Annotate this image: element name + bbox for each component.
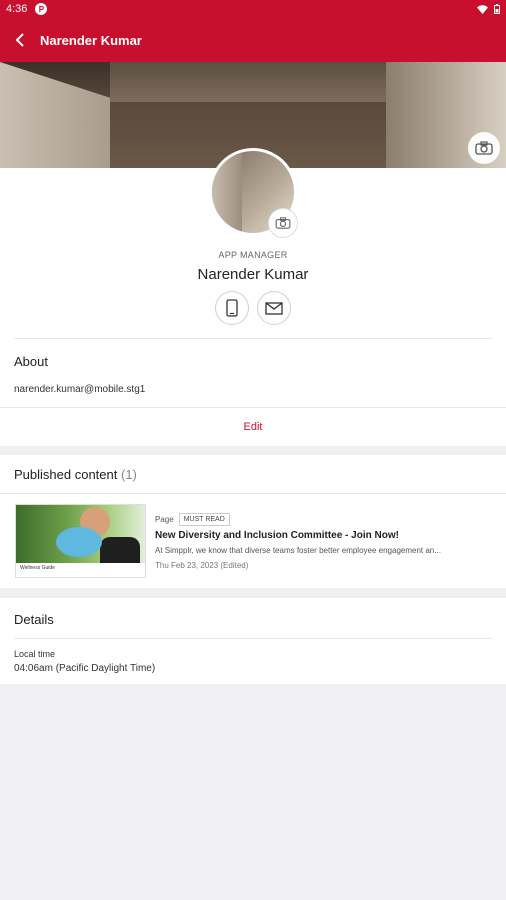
details-title: Details xyxy=(14,612,54,627)
content-excerpt: At Simpplr, we know that diverse teams f… xyxy=(155,546,441,555)
details-section: Details Local time 04:06am (Pacific Dayl… xyxy=(0,598,506,684)
profile-header: APP MANAGER Narender Kumar xyxy=(0,148,506,338)
divider xyxy=(14,638,492,639)
thumbnail-image-shirt xyxy=(100,537,140,563)
about-title: About xyxy=(14,354,48,369)
content-meta: Page MUST READ xyxy=(155,513,230,526)
email-button[interactable] xyxy=(257,291,291,325)
content-thumbnail: Wellness Guide xyxy=(15,504,146,578)
must-read-badge: MUST READ xyxy=(178,513,230,526)
published-count: (1) xyxy=(120,467,137,482)
change-avatar-button[interactable] xyxy=(268,208,298,238)
local-time-value: 04:06am (Pacific Daylight Time) xyxy=(14,663,156,674)
content-headline[interactable]: New Diversity and Inclusion Committee - … xyxy=(155,530,399,541)
profile-email[interactable]: narender.kumar@mobile.stg1 xyxy=(14,384,145,395)
published-title-label: Published content xyxy=(14,467,118,482)
camera-icon xyxy=(275,217,291,229)
profile-role: APP MANAGER xyxy=(218,250,288,260)
thumbnail-caption: Wellness Guide xyxy=(20,565,55,571)
content-card[interactable]: Wellness Guide Page MUST READ New Divers… xyxy=(15,504,495,580)
divider xyxy=(0,493,506,494)
app-bar: Narender Kumar xyxy=(0,18,506,62)
divider xyxy=(14,338,492,339)
mail-icon xyxy=(265,301,283,315)
published-content-section: Published content (1) Wellness Guide Pag… xyxy=(0,455,506,588)
content-date: Thu Feb 23, 2023 (Edited) xyxy=(155,561,249,570)
status-bar: 4:36 P xyxy=(0,0,506,18)
edit-button[interactable]: Edit xyxy=(0,408,506,446)
status-time: 4:36 xyxy=(6,3,28,15)
call-button[interactable] xyxy=(215,291,249,325)
about-section: About narender.kumar@mobile.stg1 Edit xyxy=(0,338,506,446)
camera-icon xyxy=(475,141,493,155)
back-button[interactable] xyxy=(0,18,40,62)
avatar-image-detail xyxy=(212,151,242,233)
published-title[interactable]: Published content (1) xyxy=(14,467,137,482)
battery-icon xyxy=(494,4,500,14)
chevron-left-icon xyxy=(15,33,24,47)
contact-buttons xyxy=(0,291,506,325)
wifi-icon xyxy=(477,4,488,14)
cover-image-ceiling xyxy=(110,62,386,102)
phone-icon xyxy=(226,299,238,317)
app-notification-icon: P xyxy=(35,3,48,15)
profile-name: Narender Kumar xyxy=(197,266,309,283)
thumbnail-image-piggy-bank xyxy=(56,527,102,557)
cover-image-wall-left xyxy=(0,62,110,168)
page-title: Narender Kumar xyxy=(40,32,142,48)
content-type: Page xyxy=(155,515,174,524)
change-cover-button[interactable] xyxy=(468,132,500,164)
local-time-label: Local time xyxy=(14,649,56,659)
